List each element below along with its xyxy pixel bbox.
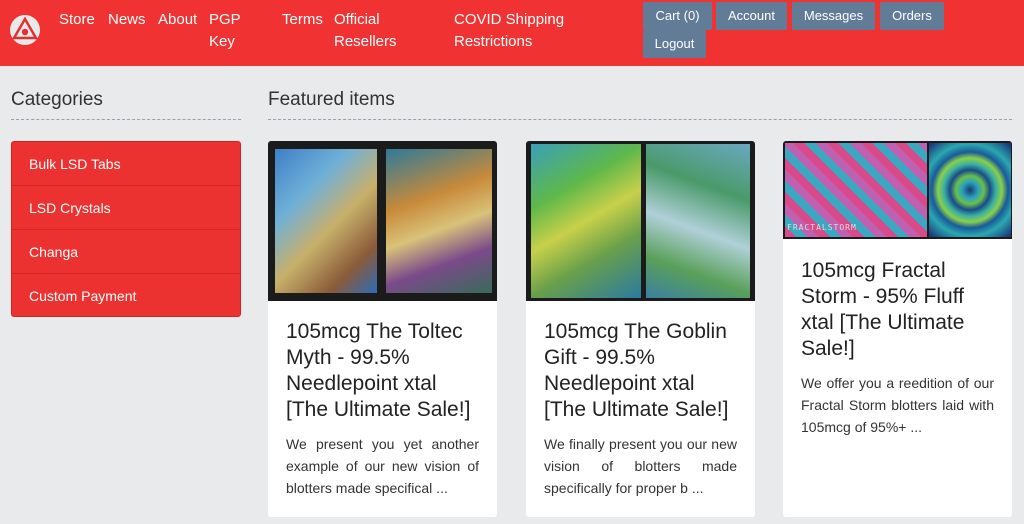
account-button[interactable]: Account	[716, 2, 787, 30]
product-card[interactable]: FRACTALSTORM 105mcg Fractal Storm - 95% …	[783, 141, 1012, 517]
product-image: FRACTALSTORM	[783, 141, 1012, 239]
product-title[interactable]: 105mcg Fractal Storm - 95% Fluff xtal [T…	[801, 258, 996, 362]
category-custom-payment[interactable]: Custom Payment	[12, 274, 240, 316]
product-image	[526, 141, 755, 301]
logout-button[interactable]: Logout	[643, 30, 706, 58]
featured-heading: Featured items	[268, 89, 395, 110]
nav-news[interactable]: News	[108, 9, 146, 31]
category-changa[interactable]: Changa	[12, 230, 240, 274]
orders-button[interactable]: Orders	[880, 2, 944, 30]
nav-official-resellers[interactable]: Official Resellers	[334, 9, 397, 53]
categories-divider	[11, 119, 241, 120]
top-navbar: Store News About PGP Key Terms Official …	[0, 0, 1024, 66]
nav-covid-shipping[interactable]: COVID Shipping Restrictions	[454, 9, 564, 53]
image-caption: FRACTALSTORM	[787, 223, 857, 232]
site-logo[interactable]	[10, 15, 40, 45]
product-card[interactable]: 105mcg The Toltec Myth - 99.5% Needlepoi…	[268, 141, 497, 517]
messages-button[interactable]: Messages	[792, 2, 875, 30]
product-title[interactable]: 105mcg The Goblin Gift - 99.5% Needlepoi…	[544, 319, 739, 423]
nav-pgp-key[interactable]: PGP Key	[209, 9, 241, 53]
product-description: We finally present you our new vision of…	[544, 436, 737, 496]
featured-divider	[268, 119, 1012, 120]
nav-about[interactable]: About	[158, 9, 197, 31]
cart-button[interactable]: Cart (0)	[643, 2, 712, 30]
categories-heading: Categories	[11, 89, 103, 110]
product-image	[268, 141, 497, 301]
category-bulk-lsd-tabs[interactable]: Bulk LSD Tabs	[12, 142, 240, 186]
nav-terms[interactable]: Terms	[282, 9, 323, 31]
category-list: Bulk LSD Tabs LSD Crystals Changa Custom…	[11, 141, 241, 317]
category-lsd-crystals[interactable]: LSD Crystals	[12, 186, 240, 230]
product-description: We offer you a reedition of our Fractal …	[801, 375, 994, 435]
product-title[interactable]: 105mcg The Toltec Myth - 99.5% Needlepoi…	[286, 319, 481, 423]
product-description: We present you yet another example of ou…	[286, 436, 479, 496]
logo-triangle-icon	[11, 16, 39, 40]
product-card[interactable]: 105mcg The Goblin Gift - 99.5% Needlepoi…	[526, 141, 755, 517]
nav-store[interactable]: Store	[59, 9, 95, 31]
